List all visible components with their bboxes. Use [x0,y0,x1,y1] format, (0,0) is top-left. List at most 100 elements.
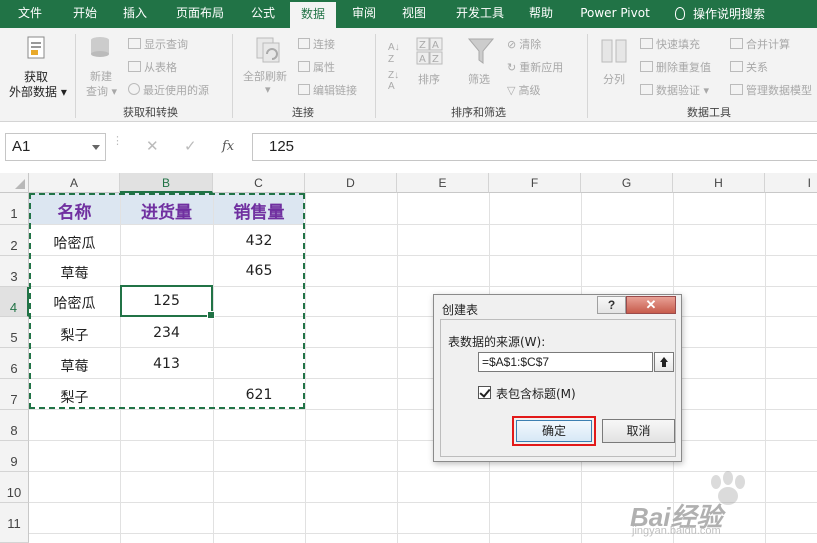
has-headers-label[interactable]: 表包含标题(M) [496,385,576,402]
row-header-11[interactable]: 11 [0,503,29,543]
dialog-title-bar[interactable]: 创建表 ? ✕ [434,295,681,321]
column-header-b[interactable]: B [120,173,213,193]
tab-view[interactable]: 视图 [391,0,437,28]
reapply-button[interactable]: ↻ 重新应用 [507,59,563,75]
tab-developer[interactable]: 开发工具 [448,0,512,28]
grid-line [29,409,817,410]
column-header-h[interactable]: H [673,173,765,193]
row-header-10[interactable]: 10 [0,472,29,503]
from-table-button[interactable]: 从表格 [128,59,177,75]
relationships-icon [730,61,743,72]
tab-formulas[interactable]: 公式 [240,0,286,28]
ok-button[interactable]: 确定 [516,420,592,442]
column-header-i[interactable]: I [765,173,817,193]
remove-duplicates-button[interactable]: 删除重复值 [640,59,711,75]
tab-file[interactable]: 文件 [0,0,60,28]
tab-review[interactable]: 审阅 [341,0,387,28]
select-all-button[interactable] [0,173,29,193]
ok-button-highlight: 确定 [512,416,596,446]
clear-label: 清除 [519,38,542,51]
svg-text:A: A [388,81,395,90]
refresh-all-button[interactable]: 全部刷新 [243,68,287,84]
manage-data-model-button[interactable]: 管理数据模型 [730,82,812,98]
collapse-dialog-button[interactable] [654,352,674,372]
row-header-7[interactable]: 7 [0,379,29,410]
insert-function-icon[interactable]: fx [222,139,234,154]
text-to-columns-button[interactable]: 分列 [603,71,625,87]
show-queries-icon [128,38,141,49]
consolidate-button[interactable]: 合并计算 [730,36,790,52]
grid-line [305,193,306,543]
ribbon-tab-bar: 文件 开始 插入 页面布局 公式 数据 审阅 视图 开发工具 帮助 Power … [0,0,817,30]
column-header-g[interactable]: G [581,173,673,193]
column-header-f[interactable]: F [489,173,581,193]
filter-icon [467,38,495,64]
advanced-filter-icon: ▽ [507,84,516,97]
formula-bar: A1 ⋮ ✕ ✓ fx 125 [0,124,817,172]
tab-help[interactable]: 帮助 [518,0,564,28]
tab-insert[interactable]: 插入 [112,0,158,28]
column-header-a[interactable]: A [29,173,120,193]
refresh-all-dropdown[interactable]: ▾ [265,83,271,96]
properties-label: 属性 [313,61,335,74]
column-header-d[interactable]: D [305,173,397,193]
name-box[interactable]: A1 [5,133,106,161]
from-table-label: 从表格 [144,61,177,74]
filter-button[interactable]: 筛选 [468,71,490,87]
group-label-sort-filter: 排序和筛选 [451,106,506,119]
row-header-3[interactable]: 3 [0,256,29,287]
advanced-button[interactable]: ▽ 高级 [507,82,540,98]
new-query-button[interactable]: 新建 [90,68,112,84]
sort-button[interactable]: 排序 [418,71,440,87]
relationships-button[interactable]: 关系 [730,59,768,75]
svg-text:Z↓: Z↓ [388,70,399,81]
tell-me-search[interactable]: 操作说明搜索 [675,5,765,22]
column-header-c[interactable]: C [213,173,305,193]
edit-links-label: 编辑链接 [313,84,357,97]
row-header-4[interactable]: 4 [0,287,29,317]
cancel-edit-icon[interactable]: ✕ [146,137,159,155]
reapply-icon: ↻ [507,61,517,74]
row-header-1[interactable]: 1 [0,193,29,225]
connections-button[interactable]: 连接 [298,36,335,52]
new-query-button-line2[interactable]: 查询 ▾ [86,83,117,99]
show-queries-label: 显示查询 [144,38,188,51]
active-cell-indicator [120,285,215,319]
data-validation-label: 数据验证 [656,84,700,97]
svg-text:Z: Z [419,40,426,51]
flash-fill-button[interactable]: 快速填充 [640,36,700,52]
tab-power-pivot[interactable]: Power Pivot [574,0,656,28]
data-validation-button[interactable]: 数据验证 ▾ [640,82,709,98]
formula-input[interactable]: 125 [252,133,817,161]
reapply-label: 重新应用 [519,61,564,74]
consolidate-label: 合并计算 [746,38,790,51]
help-button[interactable]: ? [597,296,626,314]
has-headers-checkbox[interactable] [478,386,491,399]
cancel-button[interactable]: 取消 [602,419,675,443]
close-button[interactable]: ✕ [626,296,676,314]
lightbulb-icon [675,7,685,20]
recent-sources-label: 最近使用的源 [143,84,209,97]
edit-links-button[interactable]: 编辑链接 [298,82,357,98]
row-header-8[interactable]: 8 [0,410,29,441]
tab-page-layout[interactable]: 页面布局 [165,0,235,28]
properties-button[interactable]: 属性 [298,59,335,75]
confirm-edit-icon[interactable]: ✓ [184,137,197,155]
group-label-get-transform: 获取和转换 [123,106,178,119]
clear-button[interactable]: ⊘ 清除 [507,36,541,52]
column-header-e[interactable]: E [397,173,489,193]
properties-icon [298,61,310,72]
formula-buttons: ✕ ✓ fx [118,133,248,161]
tab-data[interactable]: 数据 [290,0,336,30]
range-input[interactable]: =$A$1:$C$7 [478,352,653,372]
chevron-down-icon[interactable] [92,145,100,150]
row-header-5[interactable]: 5 [0,317,29,348]
row-header-9[interactable]: 9 [0,441,29,472]
svg-text:Z: Z [388,54,394,65]
recent-sources-button[interactable]: 最近使用的源 [128,82,209,98]
get-external-data-button-line2[interactable]: 外部数据 ▾ [9,83,67,100]
tab-home[interactable]: 开始 [62,0,108,28]
row-header-2[interactable]: 2 [0,225,29,256]
row-header-6[interactable]: 6 [0,348,29,379]
show-queries-button[interactable]: 显示查询 [128,36,188,52]
